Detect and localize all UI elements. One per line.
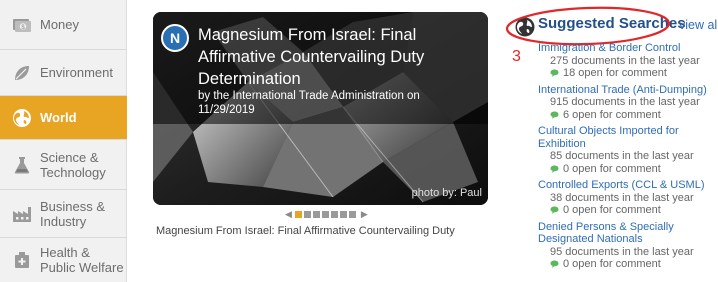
sidebar-item-label: Environment	[40, 65, 113, 80]
comment-bubble-icon	[550, 69, 559, 78]
sidebar-item-label: Health & Public Welfare	[40, 245, 124, 275]
comment-count-label: 18 open for comment	[563, 67, 667, 79]
featured-slide[interactable]: N Magnesium From Israel: Final Affirmati…	[153, 12, 488, 205]
category-sidebar: $ Money Environment World Science & Tech…	[0, 0, 127, 282]
suggested-search-link[interactable]: Denied Persons & Specially Designated Na…	[538, 221, 716, 246]
comment-count: 6 open for comment	[538, 109, 716, 122]
medical-kit-icon	[12, 250, 32, 270]
comment-count-label: 0 open for comment	[563, 204, 661, 216]
view-all-link[interactable]: view all	[679, 18, 718, 32]
list-item: Cultural Objects Imported for Exhibition…	[538, 125, 716, 175]
slide-pager: ◀ ▶	[282, 209, 371, 219]
pager-dot[interactable]	[294, 210, 302, 218]
money-icon: $	[12, 15, 32, 35]
previous-slide-button[interactable]: ◀	[285, 209, 292, 220]
sidebar-item-money[interactable]: $ Money	[0, 0, 127, 50]
annotation-circle	[505, 6, 671, 46]
featured-byline: by the International Trade Administratio…	[198, 90, 420, 116]
comment-count: 0 open for comment	[538, 258, 716, 271]
featured-caption: Magnesium From Israel: Final Affirmative…	[156, 225, 455, 237]
sidebar-item-label: Science & Technology	[40, 149, 106, 180]
list-item: International Trade (Anti-Dumping) 915 d…	[538, 84, 716, 122]
comment-count: 18 open for comment	[538, 67, 716, 80]
document-count: 95 documents in the last year	[550, 245, 694, 258]
comment-count-label: 6 open for comment	[563, 108, 661, 121]
featured-title[interactable]: Magnesium From Israel: Final Affirmative…	[198, 24, 483, 90]
photo-credit: photo by: Paul	[411, 187, 482, 199]
flask-icon	[12, 155, 32, 175]
suggested-search-link[interactable]: Immigration & Border Control	[538, 42, 716, 55]
comment-bubble-icon	[550, 260, 559, 269]
sidebar-item-label: Money	[40, 17, 80, 32]
sidebar-item-business-industry[interactable]: Business & Industry	[0, 190, 127, 238]
next-slide-button[interactable]: ▶	[361, 209, 368, 220]
leaf-icon	[12, 63, 32, 83]
sidebar-item-label: World	[40, 110, 77, 125]
comment-bubble-icon	[550, 206, 559, 215]
sidebar-item-health-public-welfare[interactable]: Health & Public Welfare	[0, 238, 127, 282]
list-item: Denied Persons & Specially Designated Na…	[538, 221, 716, 271]
list-item: Immigration & Border Control 275 documen…	[538, 42, 716, 80]
annotation-number: 3	[512, 48, 521, 65]
comment-bubble-icon	[550, 111, 559, 119]
comment-count: 0 open for comment	[538, 163, 716, 176]
pager-dot[interactable]	[312, 210, 320, 218]
document-count: 85 documents in the last year	[550, 150, 694, 162]
sidebar-item-science-technology[interactable]: Science & Technology	[0, 140, 127, 190]
comment-bubble-icon	[550, 165, 559, 173]
pager-dot[interactable]	[339, 210, 347, 218]
document-count: 275 documents in the last year	[550, 54, 700, 67]
comment-count-label: 0 open for comment	[563, 162, 661, 175]
pager-dot[interactable]	[303, 210, 311, 218]
pager-dot[interactable]	[330, 210, 338, 218]
document-count: 38 documents in the last year	[550, 191, 694, 204]
document-count: 915 documents in the last year	[550, 96, 700, 108]
pager-dot[interactable]	[321, 210, 329, 218]
list-item: Controlled Exports (CCL & USML) 38 docum…	[538, 179, 716, 217]
news-badge-icon: N	[161, 24, 189, 52]
globe-icon	[12, 108, 32, 128]
factory-icon	[12, 204, 32, 224]
pager-dot[interactable]	[348, 210, 356, 218]
suggested-search-link[interactable]: Controlled Exports (CCL & USML)	[538, 179, 716, 192]
suggested-search-link[interactable]: International Trade (Anti-Dumping)	[538, 84, 716, 97]
comment-count: 0 open for comment	[538, 204, 716, 217]
suggested-search-link[interactable]: Cultural Objects Imported for Exhibition	[538, 125, 716, 150]
comment-count-label: 0 open for comment	[563, 258, 661, 270]
sidebar-item-world[interactable]: World	[0, 96, 127, 140]
suggested-searches-list: Immigration & Border Control 275 documen…	[538, 42, 716, 275]
sidebar-item-environment[interactable]: Environment	[0, 50, 127, 96]
sidebar-item-label: Business & Industry	[40, 198, 106, 229]
